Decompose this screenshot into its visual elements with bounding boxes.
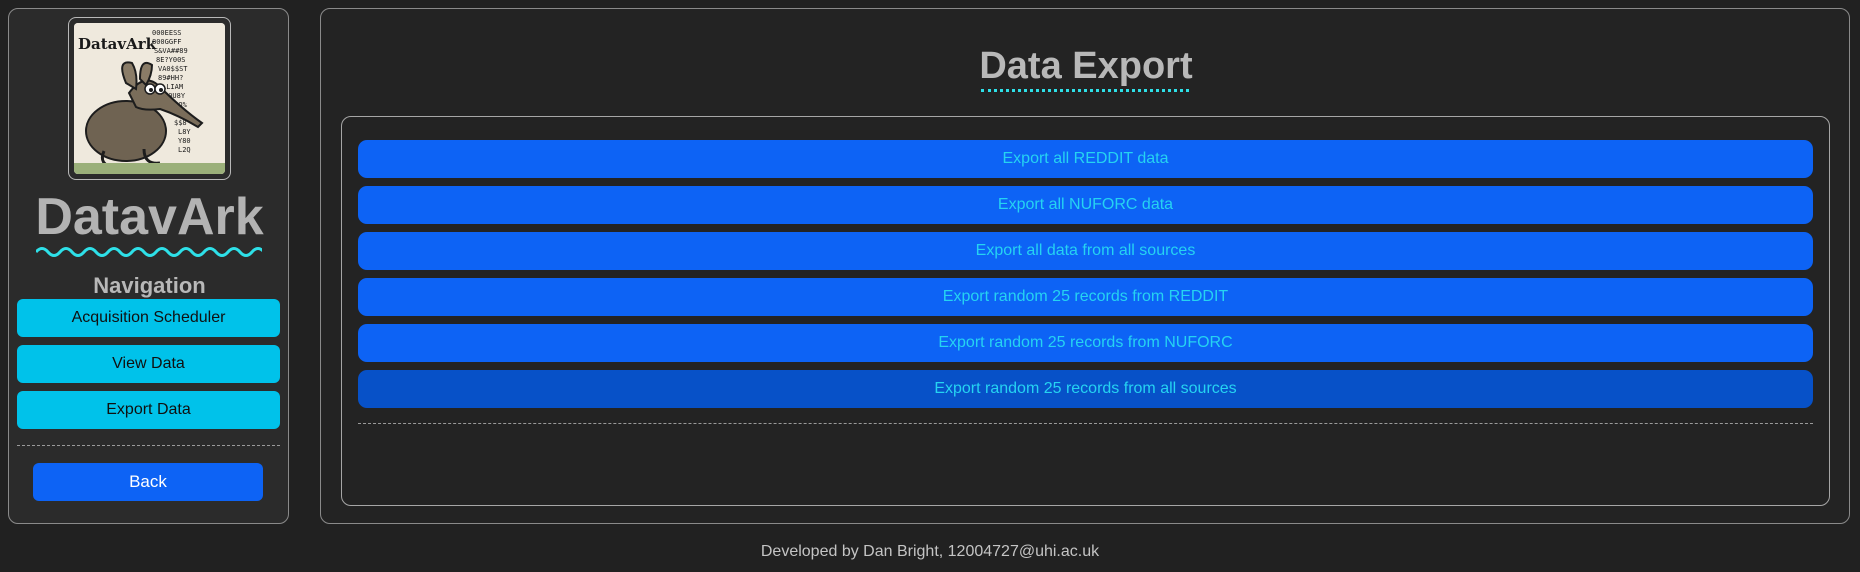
nav-export-data-button[interactable]: Export Data	[17, 391, 280, 429]
svg-text:Y80: Y80	[178, 137, 191, 145]
export-options-card: Export all REDDIT data Export all NUFORC…	[341, 116, 1830, 506]
sidebar: 000EESS 800GGFF S&VA##89 8E?Y00S VA0$$ST…	[8, 8, 289, 524]
logo-frame: 000EESS 800GGFF S&VA##89 8E?Y00S VA0$$ST…	[68, 17, 231, 180]
svg-text:DatavArk: DatavArk	[78, 35, 157, 53]
nav-view-data-button[interactable]: View Data	[17, 345, 280, 383]
export-random-nuforc-button[interactable]: Export random 25 records from NUFORC	[358, 324, 1813, 362]
svg-text:800GGFF: 800GGFF	[152, 38, 182, 46]
back-button[interactable]: Back	[33, 463, 263, 501]
export-random-reddit-button[interactable]: Export random 25 records from REDDIT	[358, 278, 1813, 316]
svg-text:L8Y: L8Y	[178, 128, 191, 136]
aardvark-logo-icon: 000EESS 800GGFF S&VA##89 8E?Y00S VA0$$ST…	[74, 23, 225, 174]
footer-credit: Developed by Dan Bright, 12004727@uhi.ac…	[760, 543, 1100, 560]
export-divider	[358, 423, 1813, 424]
main-panel: Data Export Export all REDDIT data Expor…	[320, 8, 1850, 524]
nav-divider	[17, 445, 280, 446]
export-random-all-sources-button[interactable]: Export random 25 records from all source…	[358, 370, 1813, 408]
nav-heading: Navigation	[93, 273, 206, 298]
export-all-nuforc-button[interactable]: Export all NUFORC data	[358, 186, 1813, 224]
nav-acquisition-scheduler-button[interactable]: Acquisition Scheduler	[17, 299, 280, 337]
title-underline	[981, 89, 1189, 92]
svg-text:L2Q: L2Q	[178, 146, 191, 154]
svg-text:89#HH?: 89#HH?	[158, 74, 183, 82]
svg-text:8E?Y00S: 8E?Y00S	[156, 56, 186, 64]
export-all-reddit-button[interactable]: Export all REDDIT data	[358, 140, 1813, 178]
page-title: Data Export	[979, 45, 1193, 87]
svg-text:S&VA##89: S&VA##89	[154, 47, 188, 55]
brand-wave-underline	[36, 247, 262, 257]
svg-text:VA0$$ST: VA0$$ST	[158, 65, 188, 73]
svg-text:000EESS: 000EESS	[152, 29, 182, 37]
export-all-sources-button[interactable]: Export all data from all sources	[358, 232, 1813, 270]
brand-title: DatavArk	[35, 188, 264, 246]
